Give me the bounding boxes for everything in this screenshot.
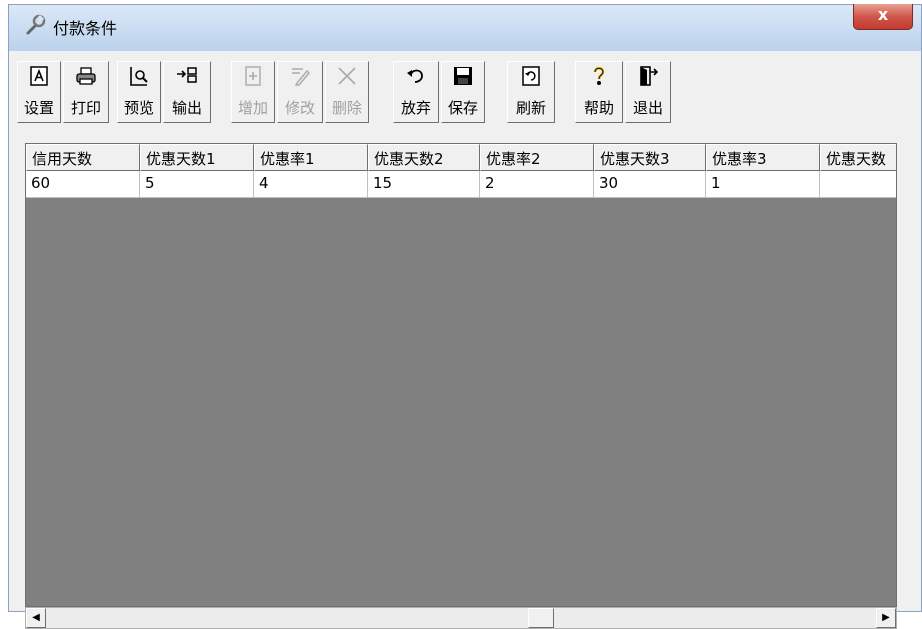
export-label: 输出 [171,99,202,117]
title-bar[interactable]: 付款条件 x [9,4,921,51]
settings-icon [30,66,48,86]
help-icon [593,67,605,85]
payment-terms-window: 付款条件 x 设置 打印 预览 输出 增加 修改 删除 放弃 保存 刷新 帮助 … [8,4,922,629]
export-icon [177,67,197,83]
refresh-label: 刷新 [515,99,546,117]
exit-label: 退出 [632,99,663,117]
column-header[interactable]: 优惠率3 [706,144,820,171]
scroll-right-button[interactable]: ▶ [876,608,896,628]
close-icon: x [877,5,889,24]
column-header[interactable]: 优惠天数2 [368,144,480,171]
settings-label: 设置 [23,99,54,117]
help-label: 帮助 [583,99,614,117]
column-header[interactable]: 优惠天数 [820,144,896,171]
delete-label: 删除 [331,99,362,117]
add-button[interactable]: 增加 [231,61,275,123]
exit-icon [640,66,659,86]
edit-button[interactable]: 修改 [277,61,323,123]
client-area: 设置 打印 预览 输出 增加 修改 删除 放弃 保存 刷新 帮助 退出 信用天数… [15,51,915,629]
edit-label: 修改 [284,99,315,117]
exit-button[interactable]: 退出 [625,61,671,123]
close-button[interactable]: x [853,4,913,30]
column-header[interactable]: 优惠天数1 [140,144,254,171]
column-header[interactable]: 优惠率2 [480,144,594,171]
add-label: 增加 [237,99,268,117]
window-title: 付款条件 [53,19,118,38]
save-button[interactable]: 保存 [441,61,485,123]
column-header[interactable]: 优惠天数3 [594,144,706,171]
help-button[interactable]: 帮助 [575,61,623,123]
table-cell[interactable]: 60 [26,171,140,198]
export-button[interactable]: 输出 [163,61,211,123]
settings-button[interactable]: 设置 [17,61,61,123]
edit-icon [292,68,310,86]
column-header[interactable]: 优惠率1 [254,144,368,171]
delete-icon [338,67,356,85]
undo-icon [407,69,423,83]
printer-icon [76,67,96,85]
delete-button[interactable]: 删除 [325,61,369,123]
table-cell[interactable] [820,171,896,198]
table-cell[interactable]: 2 [480,171,594,198]
add-icon [245,66,261,86]
save-icon [454,67,472,85]
preview-label: 预览 [123,99,154,117]
save-label: 保存 [447,99,478,117]
arrow-left-icon: ◀ [32,612,40,623]
refresh-icon [522,66,540,86]
wrench-icon [26,14,46,35]
table-cell[interactable]: 15 [368,171,480,198]
discard-label: 放弃 [400,99,431,117]
preview-icon [130,67,148,86]
print-button[interactable]: 打印 [63,61,109,123]
column-header[interactable]: 信用天数 [26,144,140,171]
toolbar: 设置 打印 预览 输出 增加 修改 删除 放弃 保存 刷新 帮助 退出 [17,57,717,127]
table-cell[interactable]: 1 [706,171,820,198]
discard-button[interactable]: 放弃 [393,61,439,123]
scrollbar-thumb[interactable] [528,608,554,628]
refresh-button[interactable]: 刷新 [507,61,555,123]
table-cell[interactable]: 5 [140,171,254,198]
grid-header-row: 信用天数 优惠天数1 优惠率1 优惠天数2 优惠率2 优惠天数3 优惠率3 优惠… [26,144,896,171]
print-label: 打印 [70,99,101,117]
table-cell[interactable]: 30 [594,171,706,198]
table-row[interactable]: 60 5 4 15 2 30 1 [26,171,896,198]
arrow-right-icon: ▶ [882,612,890,623]
preview-button[interactable]: 预览 [117,61,161,123]
horizontal-scrollbar[interactable]: ◀ ▶ [25,607,897,629]
scroll-left-button[interactable]: ◀ [26,608,46,628]
table-cell[interactable]: 4 [254,171,368,198]
data-grid[interactable]: 信用天数 优惠天数1 优惠率1 优惠天数2 优惠率2 优惠天数3 优惠率3 优惠… [25,143,897,607]
